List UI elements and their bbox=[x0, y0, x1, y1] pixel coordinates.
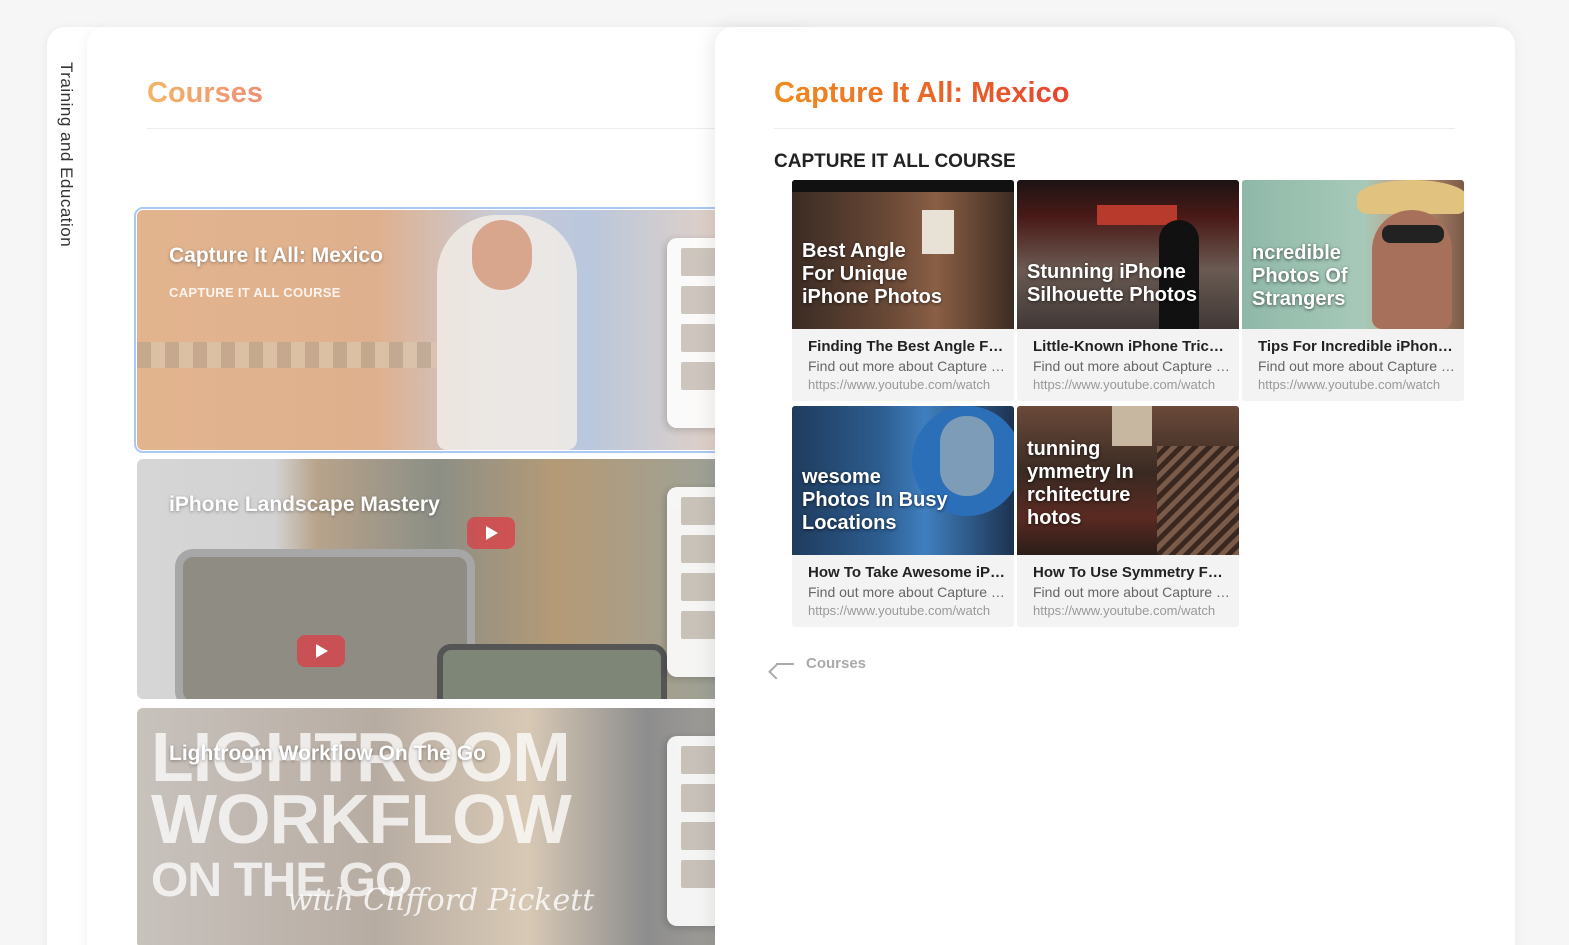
video-url[interactable]: https://www.youtube.com/watch bbox=[808, 377, 1006, 392]
course-card-title: Capture It All: Mexico bbox=[169, 244, 383, 267]
section-label: CAPTURE IT ALL COURSE bbox=[774, 151, 1016, 172]
thumbnail-caption: ncredible Photos Of Strangers bbox=[1252, 242, 1348, 310]
play-icon bbox=[467, 517, 515, 549]
courses-title: Courses bbox=[147, 77, 264, 109]
divider bbox=[147, 128, 767, 129]
video-thumbnail: wesome Photos In Busy Locations bbox=[792, 406, 1014, 555]
signature-graphic: with Clifford Pickett bbox=[287, 883, 595, 918]
courses-panel: Courses Capture It All: Mexico CAPTURE I… bbox=[87, 27, 807, 945]
course-card-subtitle: CAPTURE IT ALL COURSE bbox=[169, 285, 341, 300]
course-card-title: iPhone Landscape Mastery bbox=[169, 493, 440, 516]
video-thumbnail: Stunning iPhone Silhouette Photos bbox=[1017, 180, 1239, 329]
video-title: Little-Known iPhone Trick For Stunning S… bbox=[1033, 338, 1231, 355]
video-description: Find out more about Capture It All bbox=[1033, 584, 1231, 600]
video-title: How To Use Symmetry For Stunning Archite… bbox=[1033, 564, 1231, 581]
back-to-courses-link[interactable]: Courses bbox=[774, 655, 866, 672]
course-card-title: Lightroom Workflow On The Go bbox=[169, 742, 486, 765]
thumbnail-caption: Best Angle For Unique iPhone Photos bbox=[802, 240, 942, 308]
video-url[interactable]: https://www.youtube.com/watch bbox=[1033, 377, 1231, 392]
arrow-left-icon bbox=[774, 657, 796, 671]
video-title: Tips For Incredible iPhone Photos Of Str… bbox=[1258, 338, 1456, 355]
video-thumbnail: Best Angle For Unique iPhone Photos bbox=[792, 180, 1014, 329]
video-thumbnail: tunning ymmetry In rchitecture hotos bbox=[1017, 406, 1239, 555]
video-card[interactable]: tunning ymmetry In rchitecture hotos How… bbox=[1017, 406, 1239, 627]
back-link-label: Courses bbox=[806, 655, 867, 672]
course-card-iphone-landscape-mastery[interactable]: iPhone Landscape Mastery bbox=[137, 459, 737, 699]
thumbnail-caption: tunning ymmetry In rchitecture hotos bbox=[1027, 438, 1134, 529]
video-card[interactable]: Best Angle For Unique iPhone Photos Find… bbox=[792, 180, 1014, 401]
video-card[interactable]: ncredible Photos Of Strangers Tips For I… bbox=[1242, 180, 1464, 401]
divider bbox=[774, 128, 1455, 129]
play-icon bbox=[297, 635, 345, 667]
side-tab-label[interactable]: Training and Education bbox=[56, 62, 76, 247]
course-card-lightroom-workflow[interactable]: LIGHTROOM WORKFLOW ON THE GO with Cliffo… bbox=[137, 708, 737, 945]
thumbnail-caption: Stunning iPhone Silhouette Photos bbox=[1027, 261, 1197, 306]
video-title: How To Take Awesome iPhone Photos In Bus… bbox=[808, 564, 1006, 581]
video-url[interactable]: https://www.youtube.com/watch bbox=[808, 603, 1006, 618]
video-description: Find out more about Capture It All bbox=[808, 584, 1006, 600]
video-description: Find out more about Capture It All bbox=[1033, 358, 1231, 374]
video-card[interactable]: wesome Photos In Busy Locations How To T… bbox=[792, 406, 1014, 627]
video-url[interactable]: https://www.youtube.com/watch bbox=[1258, 377, 1456, 392]
video-card[interactable]: Stunning iPhone Silhouette Photos Little… bbox=[1017, 180, 1239, 401]
video-thumbnail: ncredible Photos Of Strangers bbox=[1242, 180, 1464, 329]
thumbnail-caption: wesome Photos In Busy Locations bbox=[802, 466, 948, 534]
course-detail-title: Capture It All: Mexico bbox=[774, 77, 1070, 109]
video-description: Find out more about Capture It All bbox=[1258, 358, 1456, 374]
video-description: Find out more about Capture It All bbox=[808, 358, 1006, 374]
video-url[interactable]: https://www.youtube.com/watch bbox=[1033, 603, 1231, 618]
video-title: Finding The Best Angle For Unique iPhone… bbox=[808, 338, 1006, 355]
course-card-capture-it-all-mexico[interactable]: Capture It All: Mexico CAPTURE IT ALL CO… bbox=[134, 207, 740, 453]
course-detail-panel: Capture It All: Mexico CAPTURE IT ALL CO… bbox=[715, 27, 1515, 945]
